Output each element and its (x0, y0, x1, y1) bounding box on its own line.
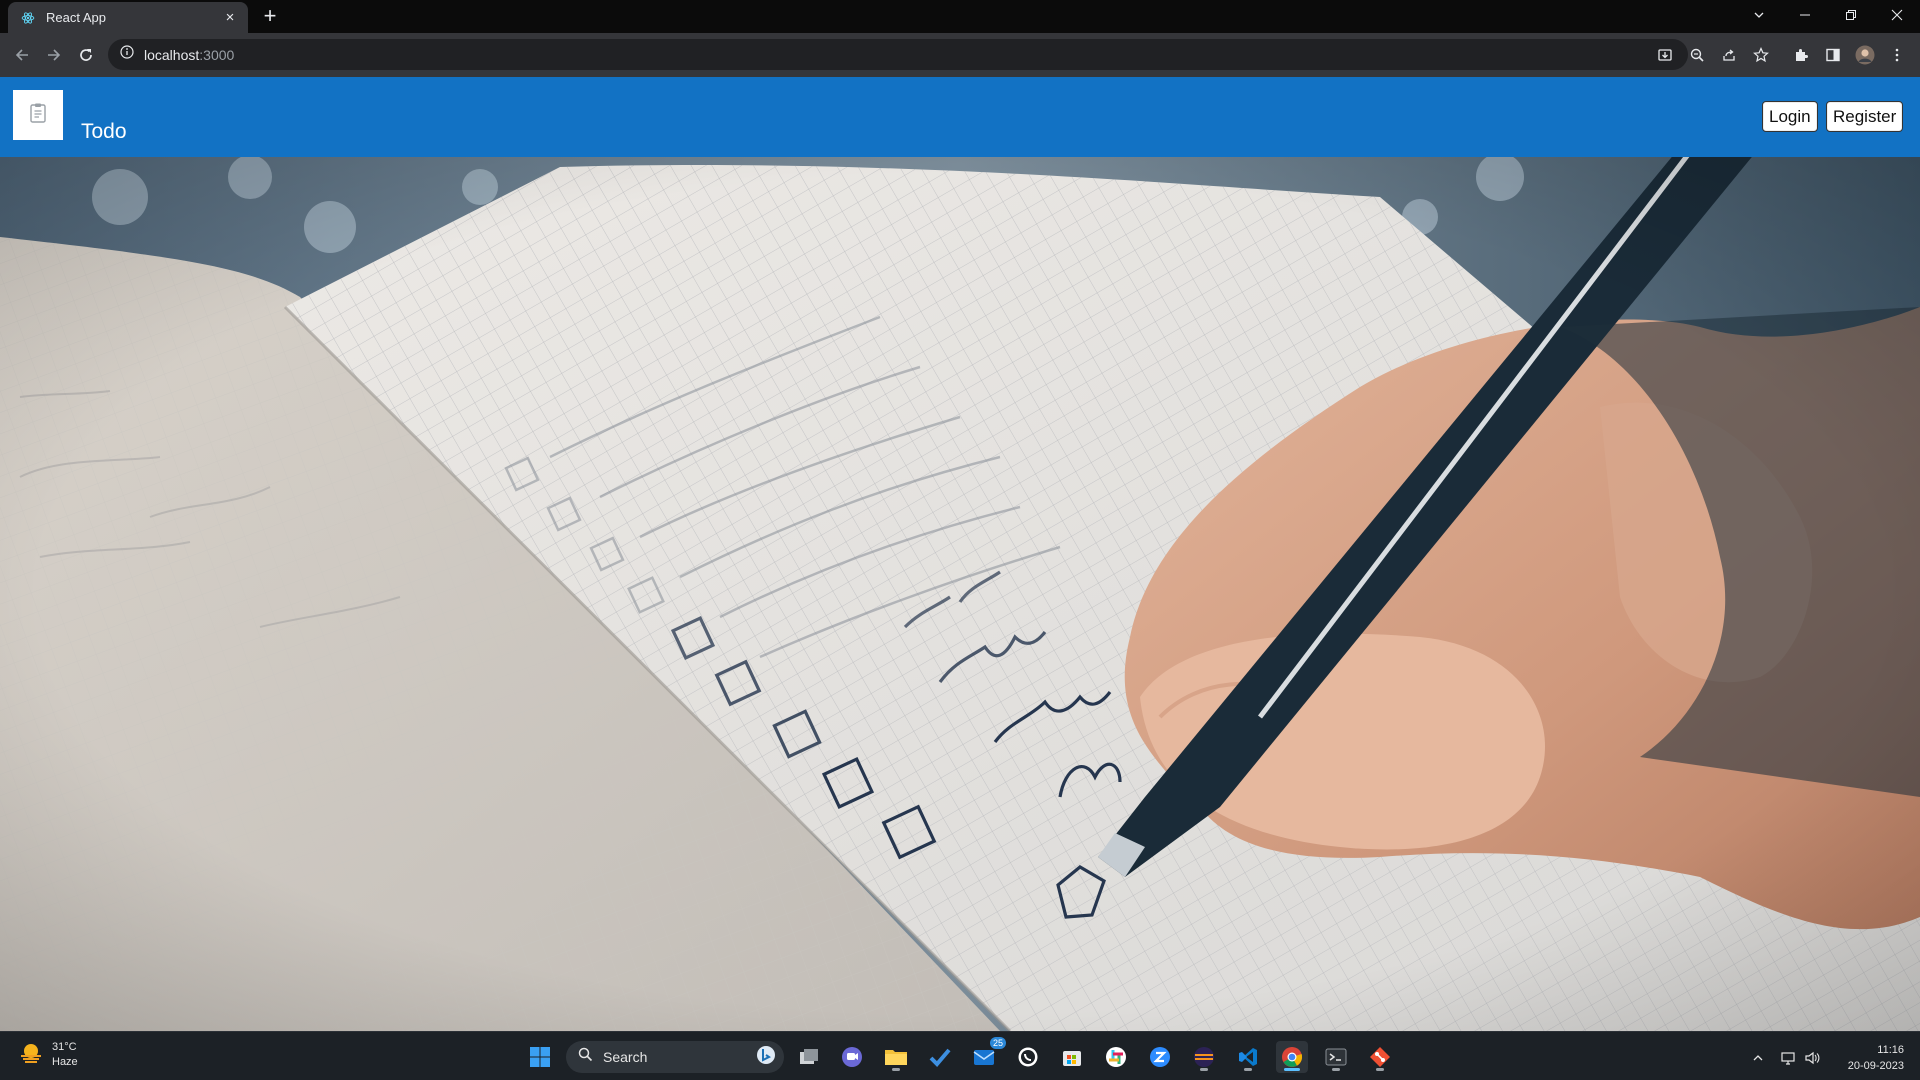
windows-start-icon[interactable] (524, 1041, 556, 1073)
taskbar-search[interactable]: Search (566, 1041, 784, 1073)
register-button[interactable]: Register (1826, 101, 1904, 132)
volume-icon[interactable] (1800, 1046, 1824, 1070)
install-app-icon[interactable] (1652, 42, 1678, 68)
teams-chat-icon[interactable] (836, 1041, 868, 1073)
app-header: Todo Login Register (0, 77, 1920, 157)
weather-temp: 31°C (52, 1041, 77, 1053)
eclipse-icon[interactable] (1188, 1041, 1220, 1073)
zoom-app-icon[interactable] (1144, 1041, 1176, 1073)
profile-avatar[interactable] (1852, 42, 1878, 68)
file-explorer-icon[interactable] (880, 1041, 912, 1073)
haze-sun-icon (18, 1042, 44, 1069)
url-host: localhost (144, 46, 200, 63)
ms-store-icon[interactable] (1056, 1041, 1088, 1073)
running-indicator (1332, 1068, 1340, 1071)
back-arrow-icon[interactable] (8, 41, 36, 69)
running-indicator (1376, 1068, 1384, 1071)
browser-menu-icon[interactable] (1884, 42, 1910, 68)
forward-arrow-icon[interactable] (40, 41, 68, 69)
whatsapp-icon[interactable] (1012, 1041, 1044, 1073)
weather-widget[interactable]: 31°C Haze (18, 1040, 78, 1070)
share-icon[interactable] (1716, 42, 1742, 68)
search-icon (578, 1047, 593, 1067)
address-bar[interactable]: localhost:3000 (108, 39, 1688, 70)
extensions-puzzle-icon[interactable] (1788, 42, 1814, 68)
web-page: Todo Login Register (0, 77, 1920, 1031)
slack-icon[interactable] (1100, 1041, 1132, 1073)
login-button[interactable]: Login (1762, 101, 1818, 132)
running-indicator (1244, 1068, 1252, 1071)
brand-title[interactable]: Todo (81, 120, 127, 144)
close-icon[interactable] (1874, 0, 1920, 30)
tab-search-chevron-icon[interactable] (1736, 0, 1782, 30)
mail-badge: 25 (989, 1037, 1006, 1049)
todo-check-icon[interactable] (924, 1041, 956, 1073)
new-tab-button[interactable]: + (258, 5, 282, 29)
window-controls (1736, 0, 1920, 33)
network-icon[interactable] (1776, 1046, 1800, 1070)
react-icon (20, 10, 36, 26)
url-port: :3000 (199, 46, 235, 63)
clock-time: 11:16 (1877, 1044, 1904, 1056)
outlook-mail-icon[interactable]: 25 (968, 1037, 1006, 1073)
notebook-checklist-photo (0, 157, 1920, 1031)
zoom-icon[interactable] (1684, 42, 1710, 68)
task-view-icon[interactable] (793, 1041, 825, 1073)
restore-icon[interactable] (1828, 0, 1874, 30)
tab-strip: React App × + (0, 0, 1920, 33)
side-panel-icon[interactable] (1820, 42, 1846, 68)
reload-icon[interactable] (72, 41, 100, 69)
weather-condition: Haze (52, 1056, 78, 1068)
vscode-icon[interactable] (1232, 1041, 1264, 1073)
browser-toolbar: localhost:3000 (0, 33, 1920, 77)
clipboard-icon (28, 102, 48, 129)
tab-title: React App (46, 10, 106, 25)
minimize-icon[interactable] (1782, 0, 1828, 30)
taskbar: 31°C Haze Search 25 11:16 20-09-2023 (0, 1031, 1920, 1080)
terminal-icon[interactable] (1320, 1041, 1352, 1073)
system-clock[interactable]: 11:16 20-09-2023 (1848, 1042, 1904, 1074)
site-info-icon[interactable] (120, 45, 134, 64)
chrome-icon[interactable] (1276, 1041, 1308, 1073)
running-indicator (892, 1068, 900, 1071)
tab-close-icon[interactable]: × (222, 9, 238, 26)
bookmark-star-icon[interactable] (1748, 42, 1774, 68)
show-hidden-icons-chevron[interactable] (1746, 1046, 1770, 1070)
search-label: Search (603, 1049, 648, 1065)
clock-date: 20-09-2023 (1847, 1060, 1904, 1072)
bing-icon[interactable] (756, 1045, 776, 1070)
browser-tab[interactable]: React App × (8, 2, 248, 33)
running-indicator (1200, 1068, 1208, 1071)
active-indicator (1284, 1068, 1300, 1071)
git-client-icon[interactable] (1364, 1041, 1396, 1073)
app-logo[interactable] (13, 90, 63, 140)
